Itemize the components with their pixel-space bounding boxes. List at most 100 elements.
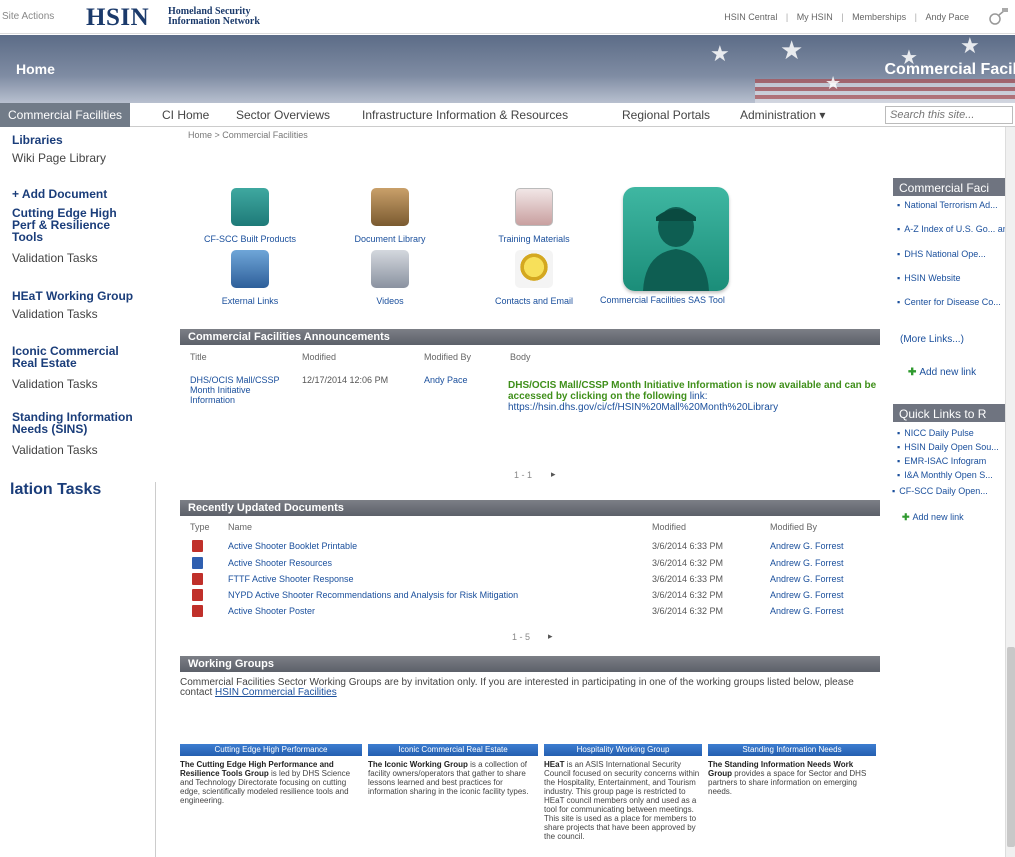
star-icon: ★ [825,73,842,93]
tile-label: Contacts and Email [494,296,574,306]
col-type[interactable]: Type [190,522,210,532]
memberships-link[interactable]: Memberships [852,12,906,22]
doc-modified-by[interactable]: Andrew G. Forrest [770,541,844,551]
tile-videos[interactable]: Videos [340,250,440,306]
tab-sector-overviews[interactable]: Sector Overviews [236,108,330,122]
rail-link[interactable]: ▪ DHS National Ope... [897,249,1015,259]
validation-tasks-link[interactable]: Validation Tasks [12,443,98,457]
wg-card-cutting-edge[interactable]: Cutting Edge High Performance [180,744,362,756]
top-nav: Commercial Facilities CI Home Sector Ove… [0,103,1015,127]
tab-infrastructure-information[interactable]: Infrastructure Information & Resources [362,108,568,122]
wg-card-iconic[interactable]: Iconic Commercial Real Estate [368,744,538,756]
wg-card-sins[interactable]: Standing Information Needs [708,744,876,756]
page-title: Home [16,61,55,77]
doc-name-link[interactable]: Active Shooter Resources [228,558,332,568]
announcement-title-link[interactable]: DHS/OCIS Mall/CSSP Month Initiative Info… [190,375,290,405]
doc-modified: 3/6/2014 6:32 PM [652,606,724,616]
hsin-central-link[interactable]: HSIN Central [724,12,777,22]
validation-tasks-link[interactable]: Validation Tasks [12,251,98,265]
page-scrollbar[interactable] [1005,127,1015,857]
satellite-icon[interactable] [987,7,1009,27]
add-document-link[interactable]: + Add Document [12,187,107,201]
next-page-icon[interactable]: ▸ [548,631,553,642]
tab-administration[interactable]: Administration ▾ [740,108,825,122]
doc-modified: 3/6/2014 6:32 PM [652,590,724,600]
rail-link[interactable]: ▪ CF-SCC Daily Open... [892,486,1010,496]
wiki-page-library-link[interactable]: Wiki Page Library [12,151,106,165]
rail-link[interactable]: ▪A-Z Index of U.S. Go... and Agencies [897,224,1015,234]
doc-name-link[interactable]: FTTF Active Shooter Response [228,574,354,584]
libraries-heading[interactable]: Libraries [12,133,63,147]
plus-icon: ✚ [902,512,910,522]
rail-link[interactable]: ▪ HSIN Website [897,273,1015,283]
doc-name-link[interactable]: NYPD Active Shooter Recommendations and … [228,590,518,600]
col-body[interactable]: Body [510,352,531,362]
tile-label: CF-SCC Built Products [203,234,297,244]
add-new-link-button[interactable]: ✚ Add new link [908,367,976,378]
heat-working-group-link[interactable]: HEaT Working Group [12,289,133,303]
tab-commercial-facilities[interactable]: Commercial Facilities [0,103,131,127]
rail-link[interactable]: ▪ HSIN Daily Open Sou... [897,442,1015,452]
tile-training-materials[interactable]: Training Materials [484,188,584,244]
recent-docs-pager: 1 - 5 [512,632,531,642]
col-modified[interactable]: Modified [302,352,336,362]
rail-link[interactable]: ▪ EMR-ISAC Infogram [897,456,1015,466]
tab-ci-home[interactable]: CI Home [162,108,209,122]
rail-link[interactable]: ▪ Center for Disease Co... [897,297,1015,307]
validation-tasks-large-link[interactable]: lation Tasks [10,481,101,499]
iconic-commercial-link[interactable]: Iconic Commercial Real Estate [12,345,119,369]
announcements-header: Commercial Facilities Announcements [180,329,880,345]
col-title[interactable]: Title [190,352,207,362]
sins-link[interactable]: Standing Information Needs (SINS) [12,411,133,435]
doc-name-link[interactable]: Active Shooter Poster [228,606,315,616]
doc-name-link[interactable]: Active Shooter Booklet Printable [228,541,357,551]
doc-modified-by[interactable]: Andrew G. Forrest [770,606,844,616]
scrollbar-thumb[interactable] [1007,647,1015,847]
doc-modified-by[interactable]: Andrew G. Forrest [770,558,844,568]
tile-document-library[interactable]: Document Library [340,188,440,244]
doc-modified-by[interactable]: Andrew G. Forrest [770,574,844,584]
tile-sas-tool[interactable] [623,187,729,291]
cutting-edge-link[interactable]: Cutting Edge High Perf & Resilience Tools [12,207,117,243]
star-icon: ★ [960,35,980,58]
hsin-logo[interactable]: HSIN [86,4,149,32]
wg-card-text: The Standing Information Needs Work Grou… [708,760,867,796]
col-modified-by[interactable]: Modified By [770,522,817,532]
pdf-icon [192,589,203,601]
tile-label: External Links [221,296,279,306]
site-actions-menu[interactable]: Site Actions [2,11,54,22]
hsin-contact-link[interactable]: HSIN Commercial Facilities [215,687,337,698]
tile-contacts-email[interactable]: Contacts and Email [484,250,584,306]
add-new-link-button[interactable]: ✚ Add new link [902,512,964,523]
hsin-logo-subtitle: Homeland Security Information Network [168,6,260,27]
user-menu[interactable]: Andy Pace [925,12,969,22]
word-doc-icon [192,557,203,569]
col-name[interactable]: Name [228,522,252,532]
search-input[interactable] [885,106,1013,124]
tile-external-links[interactable]: External Links [200,250,300,306]
next-page-icon[interactable]: ▸ [551,469,556,480]
sas-tool-label[interactable]: Commercial Facilities SAS Tool [600,295,725,305]
tile-label: Training Materials [498,234,570,244]
col-modified-by[interactable]: Modified By [424,352,471,362]
tile-cf-scc-built-products[interactable]: CF-SCC Built Products [200,188,300,244]
wg-card-heat[interactable]: Hospitality Working Group [544,744,702,756]
tab-regional-portals[interactable]: Regional Portals [622,108,710,122]
breadcrumb[interactable]: Home > Commercial Facilities [188,130,308,140]
my-hsin-link[interactable]: My HSIN [797,12,833,22]
doc-modified: 3/6/2014 6:32 PM [652,558,724,568]
flag-stripes [755,79,1015,103]
rail-link[interactable]: ▪ National Terrorism Ad... [897,200,1015,210]
top-bar: Site Actions HSIN Homeland Security Infor… [0,0,1015,34]
announcement-modified-by[interactable]: Andy Pace [424,375,468,385]
document-stack-icon [371,188,409,226]
rail-link[interactable]: ▪ NICC Daily Pulse [897,428,1015,438]
working-groups-header: Working Groups [180,656,880,672]
more-links-link[interactable]: (More Links...) [900,334,964,345]
doc-modified-by[interactable]: Andrew G. Forrest [770,590,844,600]
rail-link[interactable]: ▪ I&A Monthly Open S... [897,470,1015,480]
validation-tasks-link[interactable]: Validation Tasks [12,307,98,321]
checklist-icon [515,188,553,226]
validation-tasks-link[interactable]: Validation Tasks [12,377,98,391]
col-modified[interactable]: Modified [652,522,686,532]
